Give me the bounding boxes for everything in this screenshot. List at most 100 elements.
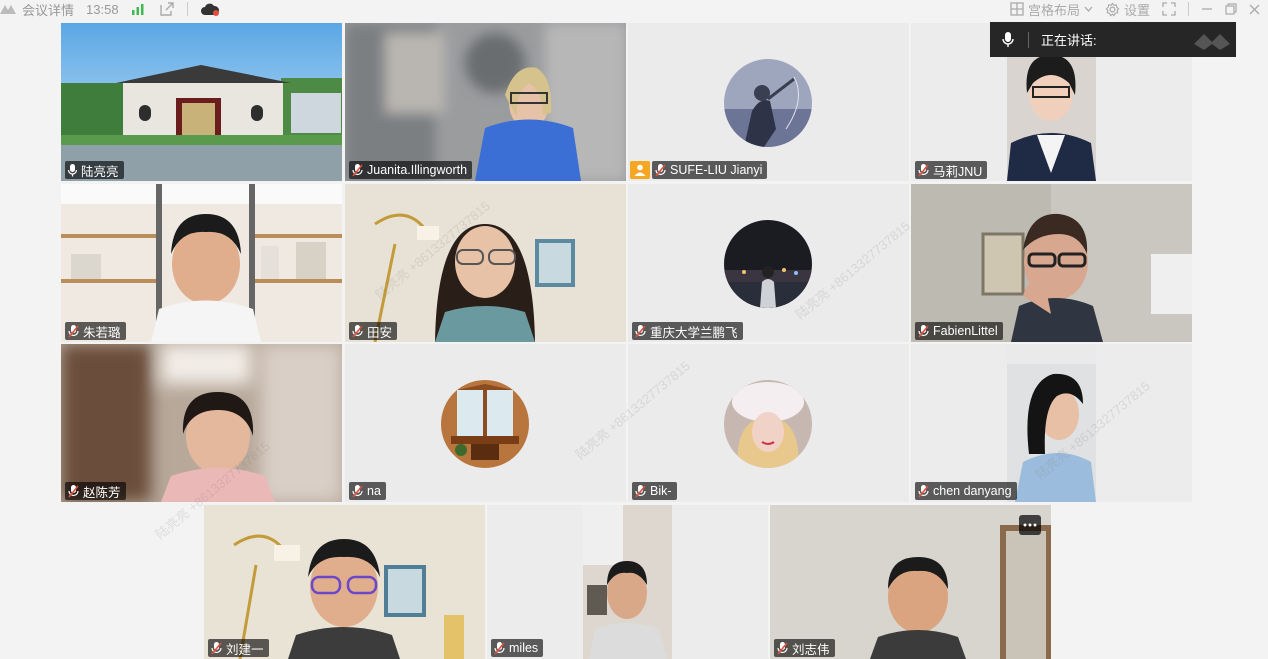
- divider: [186, 2, 188, 16]
- mic-muted-icon: [352, 324, 363, 338]
- participant-name-tag: miles: [491, 639, 544, 657]
- grid-layout-label: 宫格布局: [1027, 2, 1080, 18]
- meeting-details-link[interactable]: 会议详情: [22, 0, 74, 19]
- video-feed: [487, 505, 768, 659]
- microphone-icon: [68, 163, 77, 177]
- participant-name: 朱若璐: [83, 325, 121, 340]
- more-horizontal-icon: [1023, 523, 1037, 527]
- restore-window-icon[interactable]: [1225, 3, 1237, 15]
- mic-muted-icon: [918, 163, 929, 177]
- video-tile[interactable]: Juanita.Illingworth: [345, 23, 626, 181]
- title-bar: 会议详情 13:58 宫格布局 设置: [0, 0, 1268, 22]
- participant-name-tag: na: [349, 482, 386, 500]
- microphone-icon: [1002, 31, 1014, 48]
- mic-muted-icon: [777, 641, 788, 655]
- participant-name-tag: 刘志伟: [774, 639, 835, 657]
- mic-muted-icon: [635, 324, 646, 338]
- participant-name-tag: 重庆大学兰鹏飞: [632, 322, 743, 340]
- video-tile[interactable]: 朱若璐: [61, 184, 342, 342]
- video-tile[interactable]: chen danyang: [911, 344, 1192, 502]
- settings-label: 设置: [1123, 2, 1150, 18]
- video-tile[interactable]: FabienLittel: [911, 184, 1192, 342]
- participant-name: 陆亮亮: [81, 164, 119, 179]
- participant-name: 赵陈芳: [83, 485, 121, 500]
- participant-name-tag: 朱若璐: [65, 322, 126, 340]
- active-speaker-label: 正在讲话:: [1041, 33, 1097, 48]
- mic-muted-icon: [635, 484, 646, 498]
- participant-name: Juanita.Illingworth: [367, 163, 468, 177]
- host-user-icon: [634, 164, 646, 176]
- video-feed: [345, 23, 626, 181]
- participant-name: 刘志伟: [792, 642, 830, 657]
- mic-muted-icon: [68, 324, 79, 338]
- mic-muted-icon: [655, 163, 666, 177]
- cloud-recording-icon[interactable]: [200, 2, 220, 16]
- video-feed: [911, 184, 1192, 342]
- participant-name: miles: [509, 641, 539, 655]
- video-tile[interactable]: miles: [487, 505, 768, 659]
- participant-name: 田安: [367, 325, 393, 340]
- close-icon[interactable]: [1249, 4, 1260, 15]
- fullscreen-icon[interactable]: [1162, 2, 1176, 16]
- divider: [1188, 2, 1189, 16]
- settings-button[interactable]: 设置: [1105, 0, 1150, 19]
- participant-name-tag: 田安: [349, 322, 398, 340]
- grid-layout-button[interactable]: 宫格布局: [1010, 0, 1093, 19]
- participant-avatar: [724, 220, 812, 308]
- meeting-time: 13:58: [86, 1, 119, 17]
- video-tile[interactable]: 陆亮亮: [61, 23, 342, 181]
- mic-muted-icon: [352, 484, 363, 498]
- speaker-level-icon: [1194, 30, 1230, 50]
- meeting-logo-icon: [0, 3, 16, 15]
- video-tile[interactable]: 赵陈芳: [61, 344, 342, 502]
- video-feed: [204, 505, 485, 659]
- mic-muted-icon: [918, 484, 929, 498]
- video-feed: [61, 23, 342, 181]
- video-tile[interactable]: na: [345, 344, 626, 502]
- signal-icon[interactable]: [131, 3, 145, 15]
- video-feed: [770, 505, 1051, 659]
- participant-name-tag: SUFE-LIU Jianyi: [652, 161, 768, 179]
- video-tile[interactable]: 重庆大学兰鹏飞: [628, 184, 909, 342]
- video-feed: [345, 184, 626, 342]
- active-speaker-banner: 正在讲话:: [990, 22, 1236, 57]
- chevron-down-icon: [1084, 6, 1093, 12]
- host-badge: [630, 161, 650, 179]
- participant-avatar: [441, 380, 529, 468]
- participant-name: 马莉JNU: [933, 164, 983, 179]
- participant-name-tag: 马莉JNU: [915, 161, 988, 179]
- video-tile[interactable]: SUFE-LIU Jianyi: [628, 23, 909, 181]
- video-tile[interactable]: 刘志伟: [770, 505, 1051, 659]
- participant-name-tag: chen danyang: [915, 482, 1017, 500]
- participant-avatar: [724, 380, 812, 468]
- participant-name: FabienLittel: [933, 324, 998, 338]
- participant-avatar: [724, 59, 812, 147]
- share-icon[interactable]: [159, 1, 175, 17]
- participant-name: chen danyang: [933, 484, 1012, 498]
- participant-name-tag: 陆亮亮: [65, 161, 124, 179]
- participant-name: 刘建一: [226, 642, 264, 657]
- video-feed: [911, 344, 1192, 502]
- video-tile[interactable]: 刘建一: [204, 505, 485, 659]
- gear-icon: [1105, 1, 1120, 17]
- mic-muted-icon: [211, 641, 222, 655]
- video-tile[interactable]: Bik-: [628, 344, 909, 502]
- video-feed: [61, 344, 342, 502]
- mic-muted-icon: [352, 163, 363, 177]
- participant-name: SUFE-LIU Jianyi: [670, 163, 763, 177]
- mic-muted-icon: [68, 484, 79, 498]
- participant-name: Bik-: [650, 484, 672, 498]
- participant-name-tag: Juanita.Illingworth: [349, 161, 473, 179]
- minimize-icon[interactable]: [1201, 3, 1213, 15]
- participant-name-tag: Bik-: [632, 482, 677, 500]
- participant-name-tag: 赵陈芳: [65, 482, 126, 500]
- video-feed: [61, 184, 342, 342]
- participant-name: 重庆大学兰鹏飞: [650, 325, 738, 340]
- more-options-button[interactable]: [1019, 515, 1041, 535]
- grid-icon: [1010, 2, 1024, 16]
- mic-muted-icon: [918, 324, 929, 338]
- participant-name-tag: 刘建一: [208, 639, 269, 657]
- mic-muted-icon: [494, 641, 505, 655]
- video-tile[interactable]: 田安: [345, 184, 626, 342]
- divider: [1028, 31, 1029, 48]
